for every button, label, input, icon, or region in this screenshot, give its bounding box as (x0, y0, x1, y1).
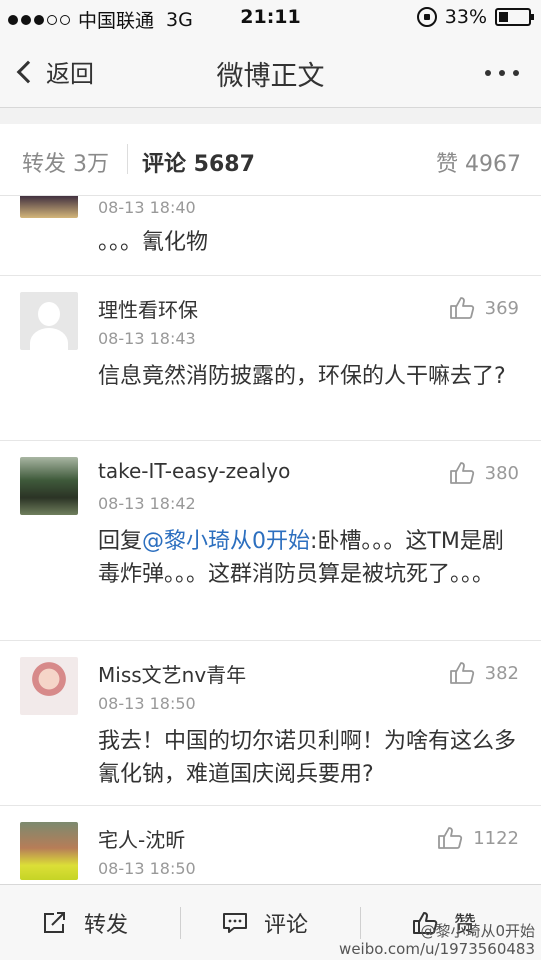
nav-bar: 返回 微博正文 (0, 36, 541, 108)
comment-time: 08-13 18:50 (98, 859, 196, 878)
like-button[interactable]: 382 (449, 661, 519, 685)
like-count: 380 (484, 462, 519, 484)
comment-text: 我去！中国的切尔诺贝利啊！为啥有这么多氰化钠，难道国庆阅兵要用? (98, 729, 517, 787)
battery-icon (495, 8, 534, 26)
avatar[interactable] (20, 457, 78, 515)
tab-like[interactable]: 赞 4967 (436, 146, 521, 178)
comment-label: 评论 (264, 913, 309, 938)
tab-repost[interactable]: 转发 3万 (22, 146, 109, 178)
comment-text: 。。。氰化物 (98, 230, 209, 255)
repost-button[interactable]: 转发 (42, 907, 128, 939)
avatar[interactable] (20, 292, 78, 350)
comment-button[interactable]: 评论 (222, 907, 308, 939)
post-stats-tabs: 转发 3万 评论 5687 赞 4967 (0, 124, 541, 196)
comment-item[interactable]: Miss文艺nv青年 08-13 18:50 382 我去！中国的切尔诺贝利啊！… (0, 641, 541, 806)
avatar[interactable] (20, 822, 78, 880)
comment-time: 08-13 18:40 (98, 198, 196, 217)
like-count: 369 (484, 297, 519, 319)
tab-divider (127, 144, 128, 174)
repost-label: 转发 (84, 913, 129, 938)
thumbs-up-icon (449, 297, 474, 319)
comment-author[interactable]: 理性看环保 (98, 294, 198, 323)
page-title: 微博正文 (216, 61, 325, 92)
thumbs-up-icon (449, 662, 474, 684)
rotation-lock-icon (416, 7, 437, 27)
comment-time: 08-13 18:43 (98, 329, 196, 348)
comment-time: 08-13 18:42 (98, 494, 196, 513)
comment-text: 信息竟然消防披露的，环保的人干嘛去了? (98, 364, 506, 389)
like-count: 1122 (473, 827, 519, 849)
comment-item[interactable]: 宅人-沈昕 08-13 18:50 1122 (0, 806, 541, 884)
comment-item[interactable]: take-IT-easy-zealyo 08-13 18:42 380 回复@黎… (0, 441, 541, 641)
battery-percent: 33% (444, 6, 487, 28)
comment-author[interactable]: take-IT-easy-zealyo (98, 459, 290, 483)
reply-prefix: 回复 (98, 529, 143, 554)
comment-list[interactable]: 08-13 18:40 。。。氰化物 理性看环保 08-13 18:43 369… (0, 196, 541, 884)
comment-time: 08-13 18:50 (98, 694, 196, 713)
toolbar-divider (180, 907, 181, 939)
thumbs-up-icon (449, 462, 474, 484)
tab-comment[interactable]: 评论 5687 (142, 146, 255, 178)
avatar[interactable] (20, 196, 78, 218)
avatar[interactable] (20, 657, 78, 715)
watermark-user: @黎小琦从0开始 (420, 922, 535, 940)
like-count: 382 (484, 662, 519, 684)
share-icon (44, 912, 65, 933)
like-button[interactable]: 369 (449, 296, 519, 320)
like-button[interactable]: 1122 (437, 826, 519, 850)
more-icon[interactable] (485, 70, 519, 76)
thumbs-up-icon (438, 827, 463, 849)
like-button[interactable]: 380 (449, 461, 519, 485)
comment-item[interactable]: 08-13 18:40 。。。氰化物 (0, 196, 541, 276)
comment-author[interactable]: 宅人-沈昕 (98, 824, 185, 853)
status-bar: 中国联通 3G 21:11 33% (0, 0, 541, 36)
comment-author[interactable]: Miss文艺nv青年 (98, 659, 246, 688)
comment-text: 回复@黎小琦从0开始:卧槽。。。这TM是剧毒炸弹。。。这群消防员算是被坑死了。。… (98, 525, 518, 591)
mention-link[interactable]: @黎小琦从0开始 (142, 529, 310, 554)
comment-icon (223, 913, 247, 933)
bottom-toolbar: 转发 评论 赞 @黎小琦从0开始 weibo.com/u/1973560483 (0, 884, 541, 960)
comment-item[interactable]: 理性看环保 08-13 18:43 369 信息竟然消防披露的，环保的人干嘛去了… (0, 276, 541, 441)
watermark: @黎小琦从0开始 weibo.com/u/1973560483 (339, 922, 535, 958)
watermark-url: weibo.com/u/1973560483 (339, 940, 535, 958)
status-right: 33% (416, 6, 534, 28)
